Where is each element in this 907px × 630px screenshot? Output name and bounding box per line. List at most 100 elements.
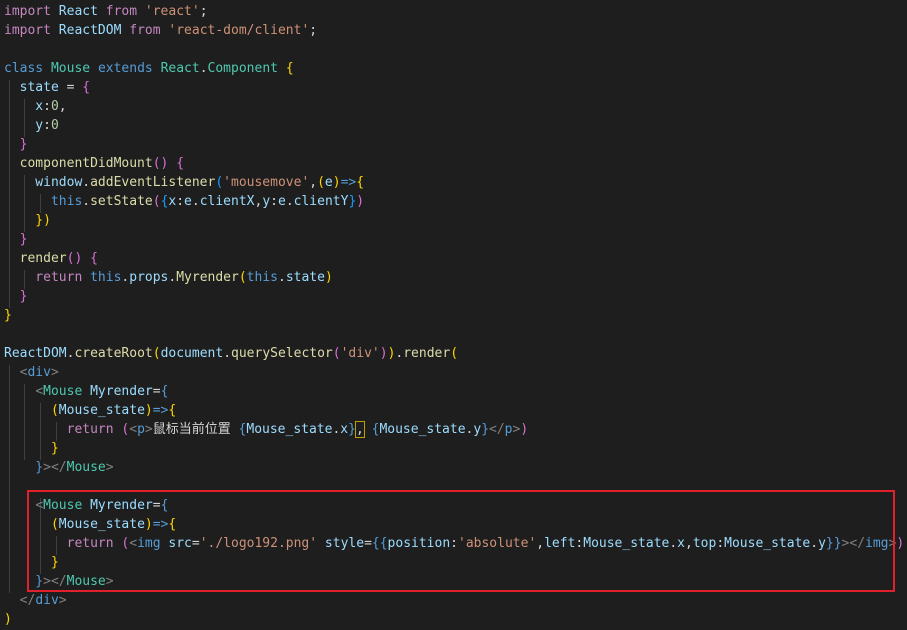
code-token: 0 xyxy=(50,99,59,114)
code-token: . xyxy=(223,346,232,361)
code-line[interactable]: (Mouse_state)=>{ xyxy=(4,401,907,420)
code-line[interactable] xyxy=(4,325,907,344)
code-token: extends xyxy=(97,61,153,76)
code-line[interactable]: state = { xyxy=(4,78,907,97)
code-token: state xyxy=(285,270,325,285)
code-token: clientY xyxy=(293,194,349,209)
code-line[interactable]: } xyxy=(4,306,907,325)
code-line[interactable]: import ReactDOM from 'react-dom/client'; xyxy=(4,21,907,40)
code-token: , xyxy=(58,99,67,114)
code-token: { xyxy=(176,156,185,171)
code-token: . xyxy=(285,194,294,209)
code-token: 'div' xyxy=(340,346,380,361)
code-token: this xyxy=(246,270,278,285)
code-token: > xyxy=(105,460,114,475)
code-token: ( xyxy=(332,346,341,361)
code-line[interactable]: y:0 xyxy=(4,116,907,135)
code-line[interactable]: } xyxy=(4,230,907,249)
code-token: { xyxy=(90,251,98,266)
code-token: Mouse xyxy=(50,61,91,76)
code-token: 'mousemove' xyxy=(223,175,310,190)
code-line[interactable]: this.setState({x:e.clientX,y:e.clientY}) xyxy=(4,192,907,211)
code-token: ( xyxy=(50,403,59,418)
code-token: . xyxy=(277,270,286,285)
code-token: import xyxy=(4,23,51,38)
code-token: div xyxy=(27,365,51,380)
code-token: { xyxy=(82,80,91,95)
code-line[interactable]: <div> xyxy=(4,363,907,382)
code-token: }) xyxy=(4,213,51,228)
code-line[interactable]: window.addEventListener('mousemove',(e)=… xyxy=(4,173,907,192)
code-token: ; xyxy=(199,4,208,19)
code-editor[interactable]: import React from 'react'; import ReactDO… xyxy=(0,0,907,630)
code-line[interactable]: x:0, xyxy=(4,97,907,116)
code-token: React xyxy=(160,61,200,76)
code-token: 鼠标当前位置 xyxy=(152,422,239,437)
code-token: , xyxy=(309,175,318,190)
code-line[interactable]: } xyxy=(4,135,907,154)
code-token: ) xyxy=(356,194,365,209)
code-token: e xyxy=(184,194,192,209)
code-token: = xyxy=(152,384,161,399)
code-token: } xyxy=(4,441,59,456)
code-line[interactable]: render() { xyxy=(4,249,907,268)
code-token: : xyxy=(176,194,185,209)
code-token: import xyxy=(4,4,51,19)
code-token: > xyxy=(144,422,153,437)
code-line[interactable]: }></Mouse> xyxy=(4,458,907,477)
code-token: () xyxy=(66,251,91,266)
code-token: this xyxy=(90,270,122,285)
code-line[interactable]: } xyxy=(4,439,907,458)
code-line[interactable] xyxy=(4,40,907,59)
code-token: createRoot xyxy=(74,346,153,361)
code-line[interactable]: <Mouse Myrender={ xyxy=(4,382,907,401)
code-token: ( xyxy=(238,270,247,285)
code-token: < xyxy=(35,384,44,399)
code-token: Myrender xyxy=(176,270,239,285)
code-line[interactable]: class Mouse extends React.Component { xyxy=(4,59,907,78)
code-token: addEventListener xyxy=(90,175,216,190)
code-token: y xyxy=(262,194,271,209)
code-token: React xyxy=(50,4,106,19)
code-line[interactable]: return (<p>鼠标当前位置 {Mouse_state.x}, {Mous… xyxy=(4,420,907,439)
code-token: x xyxy=(340,422,349,437)
code-token: ) xyxy=(144,403,153,418)
code-token: = xyxy=(58,80,83,95)
code-token: props xyxy=(129,270,169,285)
code-token: 'react-dom/client' xyxy=(168,23,310,38)
code-line[interactable]: }) xyxy=(4,211,907,230)
code-line[interactable]: import React from 'react'; xyxy=(4,2,907,21)
code-token: . xyxy=(199,61,208,76)
code-line[interactable]: componentDidMount() { xyxy=(4,154,907,173)
code-token: from xyxy=(105,4,138,19)
code-line[interactable]: ) xyxy=(4,610,907,629)
code-line[interactable]: } xyxy=(4,287,907,306)
code-token: Mouse xyxy=(43,384,83,399)
code-token: ) xyxy=(896,536,905,551)
code-token: } xyxy=(481,422,490,437)
code-token: Mouse_state xyxy=(246,422,333,437)
code-token: => xyxy=(340,175,357,190)
code-token: Component xyxy=(207,61,278,76)
code-token: setState xyxy=(90,194,153,209)
code-token: : xyxy=(43,99,51,114)
code-token: ( xyxy=(450,346,459,361)
code-token: this xyxy=(4,194,83,209)
code-token: </ xyxy=(489,422,505,437)
code-line[interactable]: </div> xyxy=(4,591,907,610)
highlight-box xyxy=(27,490,895,592)
code-token: ; xyxy=(309,23,318,38)
code-line[interactable]: return this.props.Myrender(this.state) xyxy=(4,268,907,287)
code-line[interactable]: ReactDOM.createRoot(document.querySelect… xyxy=(4,344,907,363)
code-token: 0 xyxy=(50,118,59,133)
code-token: p xyxy=(137,422,145,437)
